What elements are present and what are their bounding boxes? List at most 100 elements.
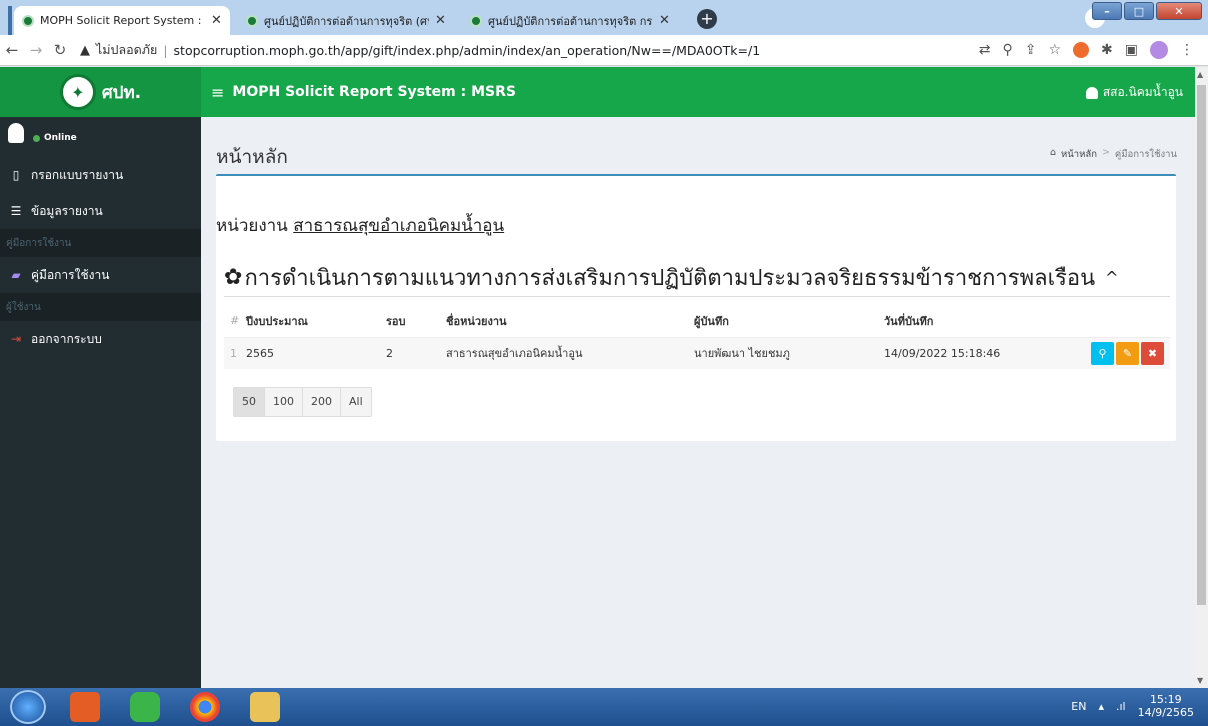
search-icon: ⚲: [1098, 346, 1107, 360]
col-round: รอบ: [386, 305, 446, 338]
site-favicon-icon: [22, 14, 34, 27]
page-size-200[interactable]: 200: [303, 388, 341, 416]
sidebar-item-label: คู่มือการใช้งาน: [31, 267, 110, 282]
cell-year: 2565: [246, 337, 386, 369]
tab-moph-solicit[interactable]: MOPH Solicit Report System : MS ✕: [14, 6, 230, 35]
user-icon: [1085, 86, 1098, 99]
sidebar-item-label: กรอกแบบรายงาน: [31, 167, 124, 182]
profile-avatar-icon[interactable]: [1150, 41, 1168, 59]
logo-text: ศปท.: [101, 82, 142, 103]
clock-date: 14/9/2565: [1137, 706, 1194, 719]
page-size-all[interactable]: All: [341, 388, 371, 416]
line-app-icon[interactable]: [130, 692, 160, 722]
start-button[interactable]: [10, 690, 46, 724]
user-panel: Online: [0, 117, 201, 157]
forward-icon[interactable]: →: [24, 41, 48, 59]
url-text[interactable]: stopcorruption.moph.go.th/app/gift/index…: [174, 43, 761, 58]
clock[interactable]: 15:19 14/9/2565: [1138, 693, 1194, 719]
home-icon: ⌂: [1049, 147, 1057, 158]
col-unit-name: ชื่อหน่วยงาน: [446, 305, 694, 338]
tab-anticorruption-1[interactable]: ศูนย์ปฏิบัติการต่อต้านการทุจริต (ศปท ✕: [238, 6, 454, 35]
online-dot-icon: [33, 134, 40, 142]
system-title: MOPH Solicit Report System : MSRS: [232, 84, 516, 100]
unit-line: หน่วยงาน สาธารณสุขอำเภอนิคมน้ำอูน: [216, 212, 504, 239]
file-explorer-icon[interactable]: [250, 692, 280, 722]
cell-date: 14/09/2022 15:18:46: [884, 337, 1044, 369]
delete-button[interactable]: ✖: [1141, 341, 1164, 365]
sidebar-item-manual[interactable]: ▰ คู่มือการใช้งาน: [0, 257, 201, 293]
translate-icon[interactable]: ⇄: [979, 42, 991, 58]
section-title[interactable]: ✿ การดำเนินการตามแนวทางการส่งเสริมการปฏิ…: [224, 260, 1119, 295]
close-icon: ✖: [1147, 346, 1158, 360]
page-size-selector: 50 100 200 All: [233, 387, 372, 417]
sidepanel-icon[interactable]: ▣: [1125, 42, 1138, 58]
zoom-icon[interactable]: ⚲: [1002, 42, 1012, 58]
signal-icon[interactable]: .ıl: [1116, 700, 1126, 713]
office-app-icon[interactable]: [70, 692, 100, 722]
page-scrollbar[interactable]: ▲ ▼: [1195, 67, 1208, 688]
maximize-button[interactable]: □: [1124, 2, 1154, 20]
tray-arrow-icon[interactable]: ▴: [1098, 700, 1104, 713]
chrome-app-icon[interactable]: [190, 692, 220, 722]
address-bar: ← → ↻ ▲ ไม่ปลอดภัย | stopcorruption.moph…: [0, 35, 1208, 66]
os-taskbar: EN ▴ .ıl 15:19 14/9/2565: [0, 688, 1208, 726]
breadcrumb-home[interactable]: หน้าหลัก: [1061, 147, 1097, 162]
sidebar-item-report-data[interactable]: ☰ ข้อมูลรายงาน: [0, 193, 201, 229]
content-box: หน่วยงาน สาธารณสุขอำเภอนิคมน้ำอูน ✿ การด…: [216, 174, 1176, 441]
edit-icon: ✎: [1122, 346, 1133, 360]
sidebar-section-manual: คู่มือการใช้งาน: [0, 229, 201, 257]
user-menu[interactable]: สสอ.นิคมน้ำอูน: [1085, 83, 1183, 102]
page-title: หน้าหลัก: [216, 146, 288, 168]
close-window-button[interactable]: ✕: [1156, 2, 1202, 20]
scroll-thumb[interactable]: [1197, 85, 1206, 605]
breadcrumb-separator: >: [1101, 147, 1110, 158]
extensions-puzzle-icon[interactable]: ✱: [1101, 42, 1113, 58]
close-tab-icon[interactable]: ✕: [211, 13, 222, 28]
reload-icon[interactable]: ↻: [48, 41, 72, 59]
cell-actions: ⚲ ✎ ✖: [1044, 337, 1170, 369]
sidebar-item-report-form[interactable]: ▯ กรอกแบบรายงาน: [0, 157, 201, 193]
window-controls: – □ ✕: [1092, 2, 1202, 20]
new-tab-button[interactable]: +: [697, 9, 717, 29]
browser-tab-bar: MOPH Solicit Report System : MS ✕ ศูนย์ป…: [0, 0, 1208, 35]
url-box[interactable]: ▲ ไม่ปลอดภัย | stopcorruption.moph.go.th…: [80, 40, 760, 60]
sidebar-section-user: ผู้ใช้งาน: [0, 293, 201, 321]
close-tab-icon[interactable]: ✕: [659, 13, 670, 28]
bookmark-star-icon[interactable]: ☆: [1048, 42, 1061, 58]
language-indicator[interactable]: EN: [1071, 700, 1086, 713]
online-status: Online: [33, 133, 77, 143]
window-edge: [8, 6, 12, 35]
sidebar-item-logout[interactable]: ⇥ ออกจากระบบ: [0, 321, 201, 357]
clock-time: 15:19: [1149, 693, 1182, 706]
table-header-row: # ปีงบประมาณ รอบ ชื่อหน่วยงาน ผู้บันทึก …: [224, 305, 1170, 338]
unit-label: หน่วยงาน: [216, 216, 288, 236]
col-fiscal-year: ปีงบประมาณ: [246, 305, 386, 338]
breadcrumb-current: คู่มือการใช้งาน: [1114, 149, 1177, 160]
share-icon[interactable]: ⇪: [1025, 42, 1037, 58]
back-icon[interactable]: ←: [0, 41, 24, 59]
edit-button[interactable]: ✎: [1116, 341, 1139, 365]
page-size-50[interactable]: 50: [234, 388, 265, 416]
security-label: ไม่ปลอดภัย: [96, 42, 158, 57]
sidebar-toggle-icon[interactable]: ≡: [211, 83, 224, 102]
table-row: 1 2565 2 สาธารณสุขอำเภอนิคมน้ำอูน นายพัฒ…: [224, 337, 1170, 369]
breadcrumb: ⌂ หน้าหลัก > คู่มือการใช้งาน: [1050, 147, 1177, 162]
report-table: # ปีงบประมาณ รอบ ชื่อหน่วยงาน ผู้บันทึก …: [224, 305, 1170, 369]
system-tray: EN ▴ .ıl 15:19 14/9/2565: [1071, 693, 1194, 719]
file-icon: ▯: [12, 168, 20, 182]
status-text: Online: [44, 133, 77, 143]
scroll-up-icon[interactable]: ▲: [1197, 70, 1203, 79]
page-size-100[interactable]: 100: [265, 388, 303, 416]
tab-anticorruption-2[interactable]: ศูนย์ปฏิบัติการต่อต้านการทุจริต กระ ✕: [462, 6, 678, 35]
scroll-down-icon[interactable]: ▼: [1197, 676, 1203, 685]
logo[interactable]: ✦ ศปท.: [0, 67, 201, 117]
tab-title: ศูนย์ปฏิบัติการต่อต้านการทุจริต กระ: [488, 14, 653, 28]
close-tab-icon[interactable]: ✕: [435, 13, 446, 28]
section-title-text: การดำเนินการตามแนวทางการส่งเสริมการปฏิบั…: [244, 266, 1096, 291]
extension-icon[interactable]: [1073, 42, 1090, 58]
browser-menu-icon[interactable]: ⋮: [1180, 42, 1194, 58]
cell-index: 1: [224, 337, 246, 369]
chevron-up-icon[interactable]: ^: [1105, 268, 1118, 287]
view-button[interactable]: ⚲: [1091, 341, 1114, 365]
minimize-button[interactable]: –: [1092, 2, 1122, 20]
